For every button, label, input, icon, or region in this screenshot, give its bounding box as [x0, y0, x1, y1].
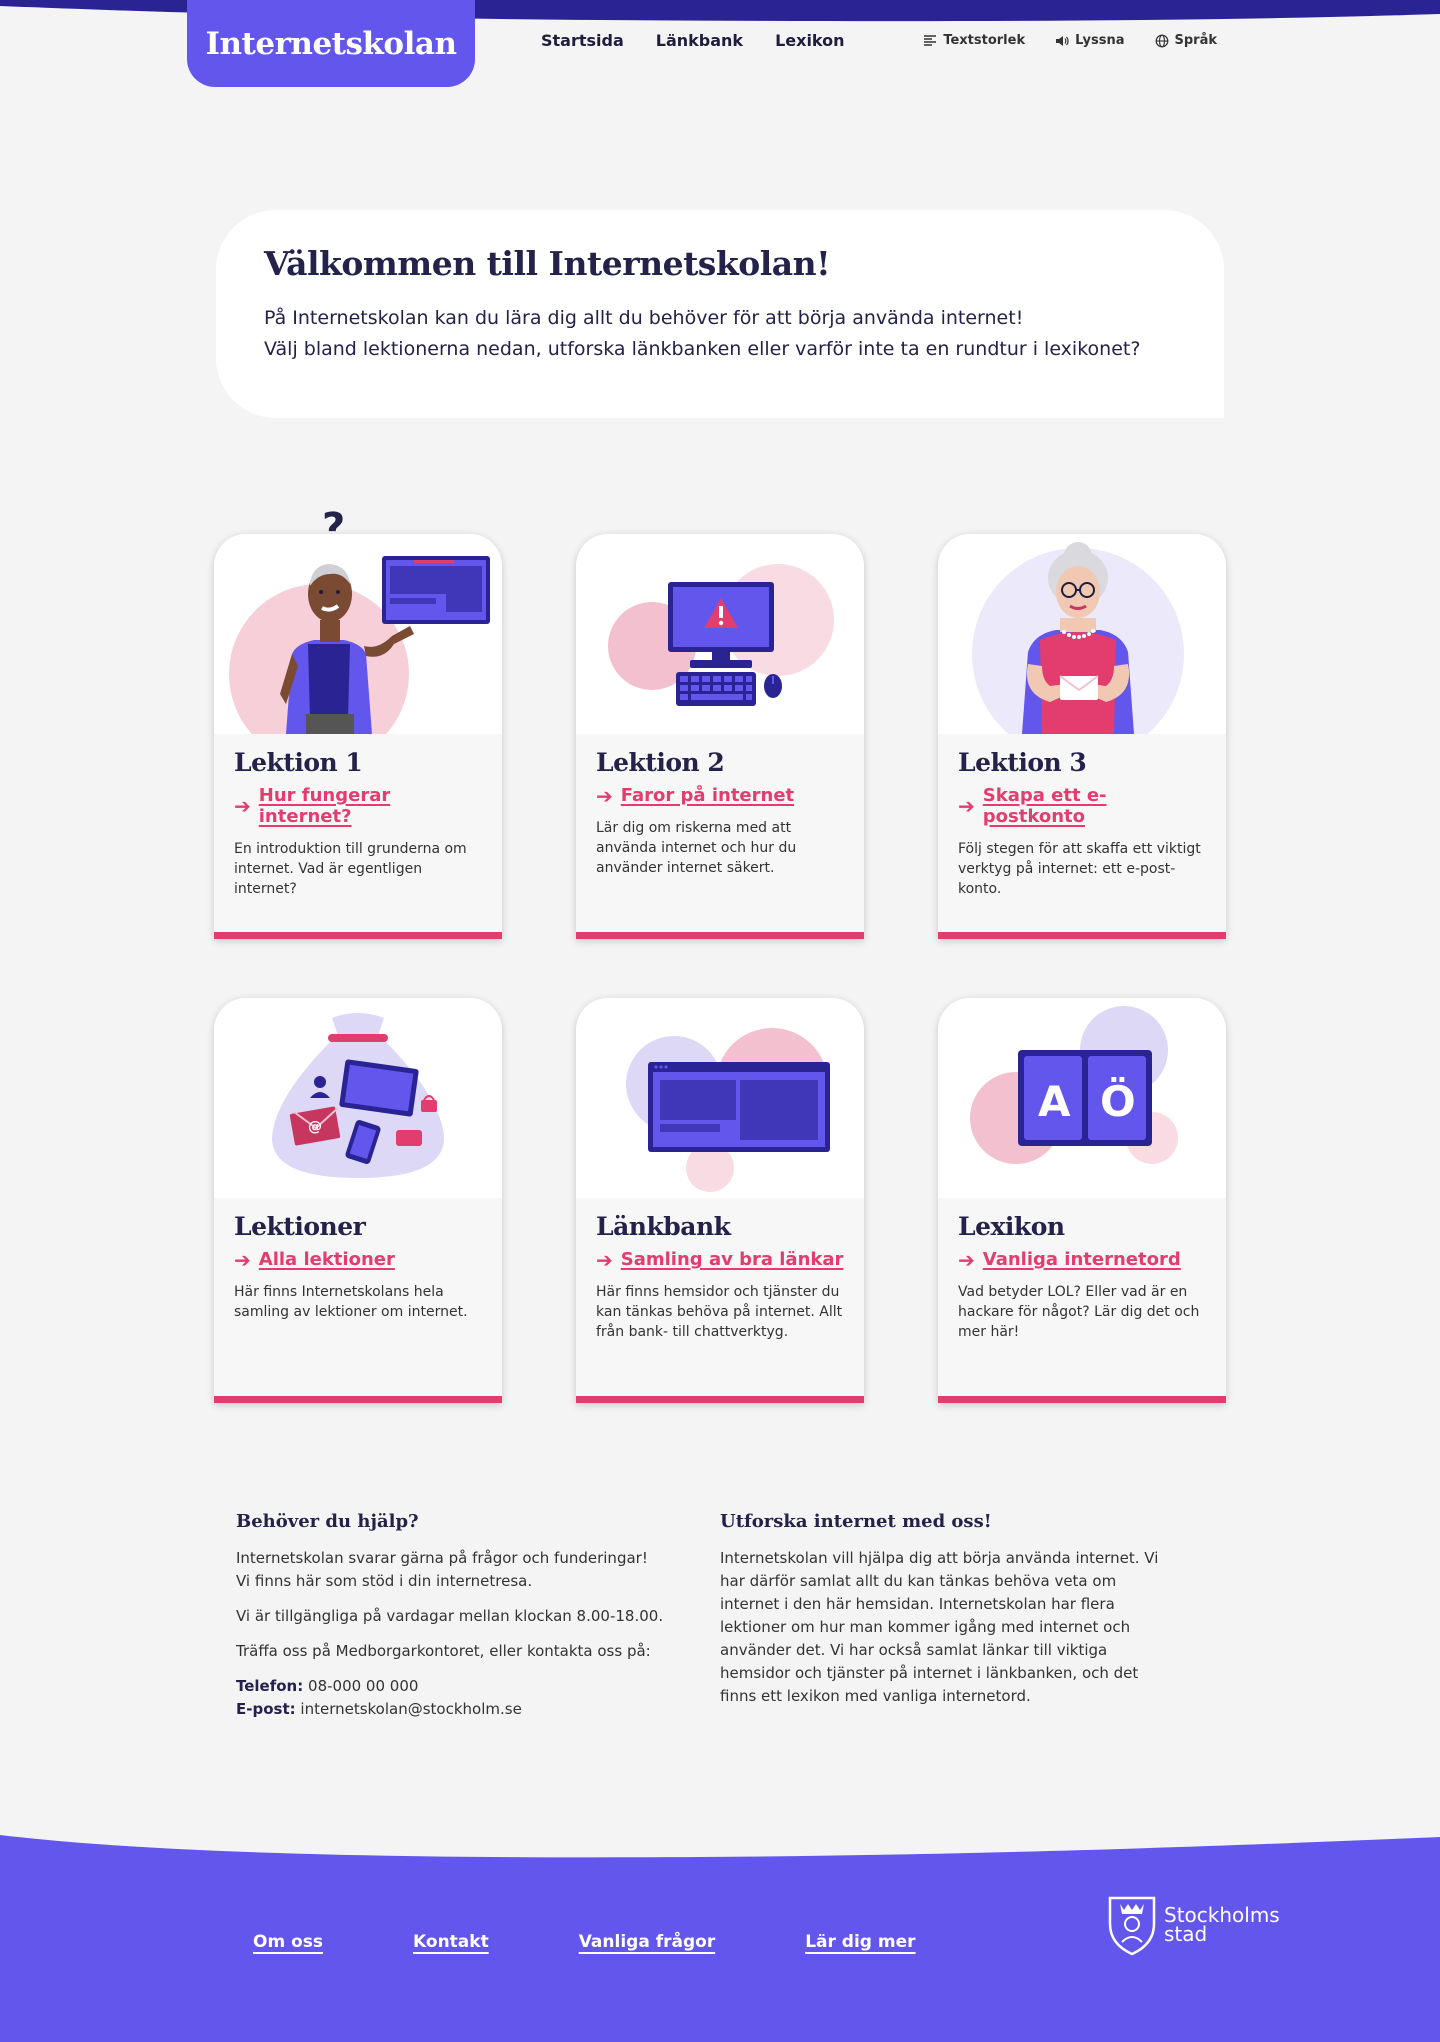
help-section: Behöver du hjälp? Internetskolan svarar …: [236, 1510, 676, 1733]
arrow-right-icon: ➔: [596, 1247, 613, 1272]
nav-lankbank[interactable]: Länkbank: [656, 31, 743, 50]
card-lesson-3[interactable]: Lektion 3 ➔ Skapa ett e-postkonto Följ s…: [938, 534, 1226, 939]
accessibility-tools: Textstorlek Lyssna Språk: [923, 33, 1217, 48]
welcome-box: Välkommen till Internetskolan! På Intern…: [216, 210, 1224, 418]
card-accent-bar: [576, 1396, 864, 1403]
listen-button[interactable]: Lyssna: [1055, 33, 1125, 48]
card-title: Lektioner: [234, 1212, 366, 1241]
card-accent-bar: [576, 932, 864, 939]
help-intro-line-2: Vi finns här som stöd i din internetresa…: [236, 1572, 533, 1590]
footer-link-about[interactable]: Om oss: [253, 1932, 323, 1952]
arrow-right-icon: ➔: [234, 794, 251, 818]
arrow-right-icon: ➔: [958, 1247, 975, 1272]
card-description: En introduktion till grunderna om intern…: [234, 841, 467, 897]
card-title: Länkbank: [596, 1212, 731, 1241]
card-link-label[interactable]: Samling av bra länkar: [621, 1249, 844, 1270]
card-accent-bar: [938, 932, 1226, 939]
illustration-dictionary: A Ö: [938, 998, 1226, 1198]
speaker-icon: [1056, 35, 1069, 46]
language-label: Språk: [1174, 33, 1218, 48]
explore-section: Utforska internet med oss! Internetskola…: [720, 1510, 1160, 1720]
main-nav: Startsida Länkbank Lexikon: [541, 31, 845, 50]
footer-link-contact[interactable]: Kontakt: [413, 1932, 489, 1952]
site-logo[interactable]: Internetskolan: [187, 0, 475, 87]
phone-label: Telefon:: [236, 1677, 304, 1695]
help-contact: Telefon: 08-000 00 000 E-post: internets…: [236, 1675, 676, 1721]
crest-icon: [1108, 1896, 1156, 1956]
help-contact-intro: Träffa oss på Medborgarkontoret, eller k…: [236, 1642, 651, 1660]
welcome-line-2: Välj bland lektionerna nedan, utforska l…: [264, 338, 1141, 360]
card-description: Här finns Internetskolans hela samling a…: [234, 1284, 468, 1320]
card-link-label[interactable]: Alla lektioner: [259, 1249, 395, 1270]
card-description: Vad betyder LOL? Eller vad är en hackare…: [958, 1284, 1200, 1340]
explore-title: Utforska internet med oss!: [720, 1511, 992, 1532]
footer-link-learn-more[interactable]: Lär dig mer: [805, 1932, 915, 1952]
card-description: Här finns hemsidor och tjänster du kan t…: [596, 1284, 843, 1340]
nav-lexikon[interactable]: Lexikon: [775, 31, 844, 50]
language-button[interactable]: Språk: [1155, 33, 1218, 48]
svg-text:A: A: [1038, 1077, 1071, 1126]
card-link-bank[interactable]: Länkbank ➔ Samling av bra länkar Här fin…: [576, 998, 864, 1403]
explore-text: Internetskolan vill hjälpa dig att börja…: [720, 1549, 1159, 1705]
card-accent-bar: [214, 1396, 502, 1403]
welcome-text: På Internetskolan kan du lära dig allt d…: [264, 303, 1176, 365]
help-intro-line-1: Internetskolan svarar gärna på frågor oc…: [236, 1549, 648, 1567]
card-link[interactable]: ➔ Hur fungerar internet?: [234, 785, 482, 827]
text-size-button[interactable]: Textstorlek: [923, 33, 1025, 48]
card-description: Lär dig om riskerna med att använda inte…: [596, 820, 797, 876]
card-title: Lexikon: [958, 1212, 1065, 1241]
logo-text-line-2: stad: [1164, 1922, 1208, 1946]
phone-number[interactable]: 08-000 00 000: [308, 1677, 418, 1695]
listen-label: Lyssna: [1075, 33, 1125, 48]
card-link[interactable]: ➔ Faror på internet: [596, 785, 844, 806]
card-title: Lektion 2: [596, 748, 725, 777]
illustration-bag-devices: @: [214, 998, 502, 1198]
card-all-lessons[interactable]: @ Lektioner ➔ Alla lektioner Här finns I…: [214, 998, 502, 1403]
welcome-title: Välkommen till Internetskolan!: [264, 244, 831, 283]
arrow-right-icon: ➔: [596, 783, 613, 808]
card-link-label[interactable]: Skapa ett e-postkonto: [983, 785, 1206, 827]
help-title: Behöver du hjälp?: [236, 1511, 419, 1532]
arrow-right-icon: ➔: [234, 1247, 251, 1272]
card-link[interactable]: ➔ Vanliga internetord: [958, 1249, 1206, 1270]
help-intro: Internetskolan svarar gärna på frågor oc…: [236, 1547, 676, 1593]
card-link[interactable]: ➔ Skapa ett e-postkonto: [958, 785, 1206, 827]
card-description: Följ stegen för att skaffa ett viktigt v…: [958, 841, 1201, 897]
card-title: Lektion 3: [958, 748, 1087, 777]
footer-nav: Om oss Kontakt Vanliga frågor Lär dig me…: [253, 1932, 1006, 1952]
text-size-label: Textstorlek: [943, 33, 1026, 48]
text-size-icon: [924, 34, 937, 46]
illustration-woman-envelope: [938, 534, 1226, 734]
logo-text: Stockholms stad: [1164, 1905, 1280, 1946]
welcome-line-1: På Internetskolan kan du lära dig allt d…: [264, 307, 1024, 329]
card-link-label[interactable]: Vanliga internetord: [983, 1249, 1181, 1270]
card-accent-bar: [938, 1396, 1226, 1403]
card-lesson-2[interactable]: Lektion 2 ➔ Faror på internet Lär dig om…: [576, 534, 864, 939]
card-title: Lektion 1: [234, 748, 363, 777]
footer-link-faq[interactable]: Vanliga frågor: [579, 1932, 716, 1952]
card-link[interactable]: ➔ Samling av bra länkar: [596, 1249, 844, 1270]
card-accent-bar: [214, 932, 502, 939]
illustration-browser-window: [576, 998, 864, 1198]
email-label: E-post:: [236, 1700, 296, 1718]
nav-startsida[interactable]: Startsida: [541, 31, 624, 50]
arrow-right-icon: ➔: [958, 794, 975, 818]
card-lexicon[interactable]: A Ö Lexikon ➔ Vanliga internetord Vad be…: [938, 998, 1226, 1403]
svg-text:Ö: Ö: [1100, 1076, 1136, 1126]
illustration-warning-computer: [576, 534, 864, 734]
card-link[interactable]: ➔ Alla lektioner: [234, 1249, 482, 1270]
card-link-label[interactable]: Faror på internet: [621, 785, 794, 806]
illustration-man-computer: [214, 534, 502, 734]
help-hours: Vi är tillgängliga på vardagar mellan kl…: [236, 1607, 664, 1625]
card-lesson-1[interactable]: Lektion 1 ➔ Hur fungerar internet? En in…: [214, 534, 502, 939]
card-link-label[interactable]: Hur fungerar internet?: [259, 785, 482, 827]
globe-icon: [1155, 34, 1168, 47]
email-address[interactable]: internetskolan@stockholm.se: [300, 1700, 521, 1718]
stockholms-stad-logo[interactable]: Stockholms stad: [1106, 1894, 1280, 1956]
svg-text:@: @: [308, 1119, 322, 1135]
